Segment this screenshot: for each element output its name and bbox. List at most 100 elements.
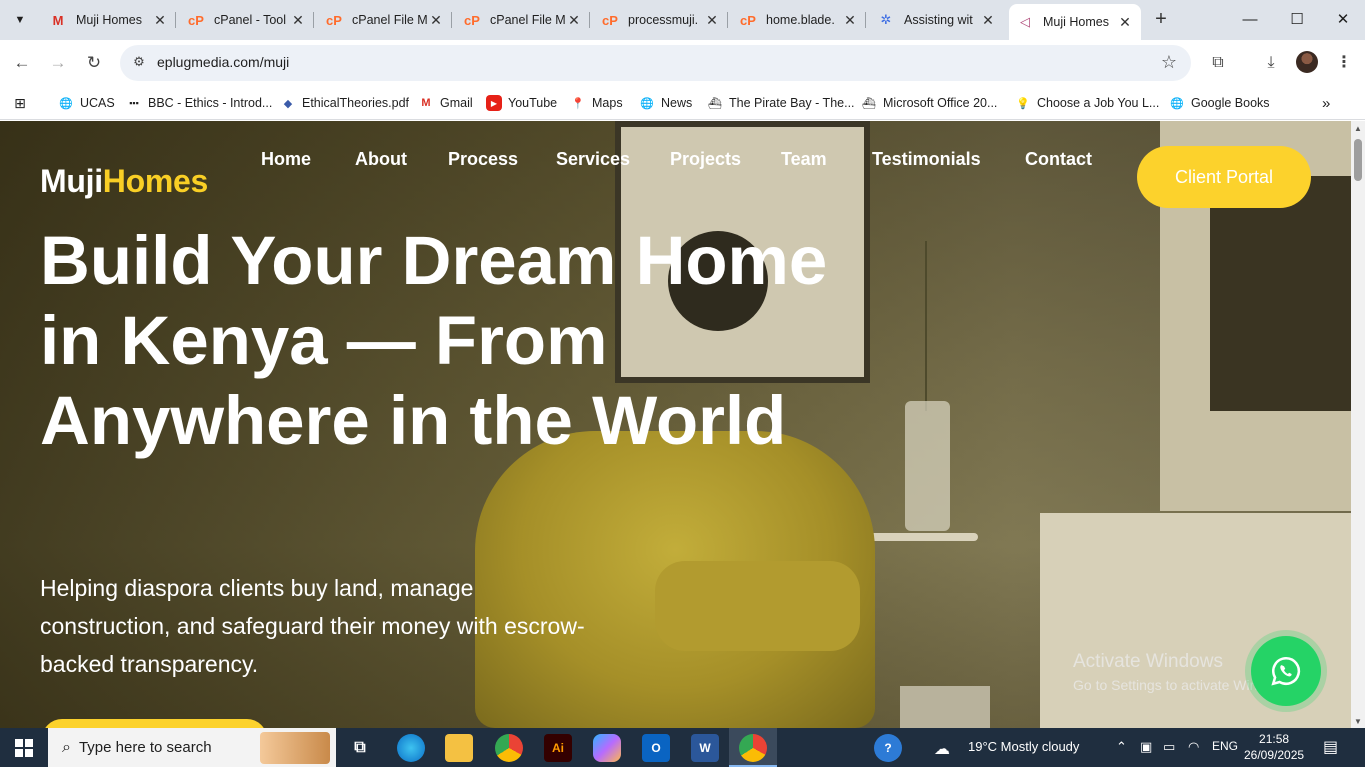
- tab[interactable]: cP cPanel File M ✕: [456, 4, 590, 36]
- tab[interactable]: cP cPanel File M ✕: [318, 4, 452, 36]
- help-icon[interactable]: ?: [874, 734, 902, 762]
- bookmark-gmail[interactable]: M Gmail: [418, 93, 472, 113]
- reload-button[interactable]: ↻: [79, 48, 109, 78]
- bookmark-bbc[interactable]: ▪▪▪ BBC - Ethics - Introd...: [126, 93, 272, 113]
- more-menu-icon[interactable]: ⋮: [1331, 50, 1357, 76]
- url-text[interactable]: eplugmedia.com/muji: [157, 54, 289, 70]
- bookmark-piratebay[interactable]: ⛴ The Pirate Bay - The...: [707, 93, 855, 113]
- close-tab-icon[interactable]: ✕: [980, 12, 996, 29]
- bookmark-googlebooks[interactable]: 🌐 Google Books: [1169, 93, 1269, 113]
- meet-icon[interactable]: ▣: [1140, 739, 1152, 755]
- page-scrollbar[interactable]: ▲ ▼: [1351, 121, 1365, 728]
- tab[interactable]: cP cPanel - Tool ✕: [180, 4, 314, 36]
- tab-active[interactable]: ◁ Muji Homes ✕: [1009, 4, 1141, 40]
- bookmark-label: UCAS: [80, 96, 115, 110]
- notification-icon[interactable]: ▤: [1323, 737, 1338, 757]
- whatsapp-icon: [1271, 656, 1301, 686]
- bookmark-office[interactable]: ⛴ Microsoft Office 20...: [861, 93, 997, 113]
- close-tab-icon[interactable]: ✕: [704, 12, 720, 29]
- close-tab-icon[interactable]: ✕: [842, 12, 858, 29]
- bookmark-star-icon[interactable]: ☆: [1161, 52, 1177, 73]
- logo-primary: Muji: [40, 163, 103, 199]
- weather-text[interactable]: 19°C Mostly cloudy: [968, 739, 1079, 754]
- nav-testimonials[interactable]: Testimonials: [872, 149, 981, 170]
- start-button[interactable]: [0, 728, 48, 767]
- illustrator-icon[interactable]: Ai: [544, 734, 572, 762]
- nav-process[interactable]: Process: [448, 149, 518, 170]
- address-bar[interactable]: ⚙ eplugmedia.com/muji ☆: [120, 45, 1191, 81]
- task-view-icon[interactable]: ⧉: [346, 734, 374, 762]
- clock[interactable]: 21:58 26/09/2025: [1244, 731, 1304, 763]
- bookmark-youtube[interactable]: ▶ YouTube: [486, 93, 557, 113]
- bookmark-label: YouTube: [508, 96, 558, 110]
- minimize-button[interactable]: —: [1230, 6, 1270, 34]
- close-tab-icon[interactable]: ✕: [1117, 14, 1133, 31]
- forward-button[interactable]: →: [43, 48, 73, 78]
- more-bookmarks-icon[interactable]: »: [1322, 93, 1330, 113]
- scroll-down-icon[interactable]: ▼: [1354, 717, 1362, 726]
- tab-separator: [175, 12, 176, 28]
- tab-title: cPanel File M: [352, 13, 428, 27]
- copilot-icon[interactable]: [593, 734, 621, 762]
- tab[interactable]: cP home.blade. ✕: [732, 4, 866, 36]
- apps-grid-icon[interactable]: ⊞: [12, 93, 34, 113]
- nav-home[interactable]: Home: [261, 149, 311, 170]
- close-tab-icon[interactable]: ✕: [290, 12, 306, 29]
- close-tab-icon[interactable]: ✕: [152, 12, 168, 29]
- close-window-button[interactable]: ✕: [1323, 6, 1363, 34]
- nav-contact[interactable]: Contact: [1025, 149, 1092, 170]
- back-button[interactable]: ←: [7, 48, 37, 78]
- tab-title: Muji Homes: [1043, 15, 1109, 29]
- download-icon[interactable]: ⤓: [1258, 50, 1284, 76]
- bookmark-news[interactable]: 🌐 News: [639, 93, 692, 113]
- tab[interactable]: ✲ Assisting wit ✕: [870, 4, 1004, 36]
- site-icon: ◁: [1020, 14, 1030, 29]
- bookmark-job[interactable]: 💡 Choose a Job You L...: [1015, 93, 1159, 113]
- site-logo[interactable]: MujiHomes: [40, 163, 208, 200]
- nav-services[interactable]: Services: [556, 149, 630, 170]
- ship-icon: ⛴: [708, 97, 722, 110]
- nav-about[interactable]: About: [355, 149, 407, 170]
- stone-block: [900, 686, 990, 728]
- tray-chevron-icon[interactable]: ⌃: [1116, 739, 1127, 755]
- bookmark-label: EthicalTheories.pdf: [302, 96, 410, 110]
- nav-team[interactable]: Team: [781, 149, 827, 170]
- hero-cta-button[interactable]: [42, 719, 267, 728]
- file-explorer-icon[interactable]: [445, 734, 473, 762]
- outlook-icon[interactable]: O: [642, 734, 670, 762]
- client-portal-button[interactable]: Client Portal: [1137, 146, 1311, 208]
- nav-projects[interactable]: Projects: [670, 149, 741, 170]
- chrome-icon[interactable]: [495, 734, 523, 762]
- bookmark-ethicaltheories[interactable]: ◆ EthicalTheories.pdf: [280, 93, 409, 113]
- word-icon[interactable]: W: [691, 734, 719, 762]
- tab[interactable]: cP processmuji. ✕: [594, 4, 728, 36]
- language-indicator[interactable]: ENG: [1212, 739, 1238, 753]
- close-tab-icon[interactable]: ✕: [428, 12, 444, 29]
- bookmark-label: Microsoft Office 20...: [883, 96, 998, 110]
- globe-icon: 🌐: [59, 97, 73, 110]
- bookmark-label: Maps: [592, 96, 623, 110]
- bookmark-ucas[interactable]: 🌐 UCAS: [58, 93, 115, 113]
- gmail-icon: M: [52, 12, 64, 28]
- taskbar-search[interactable]: ⌕ Type here to search: [48, 728, 336, 767]
- whatsapp-button[interactable]: [1251, 636, 1321, 706]
- tab-search-menu-button[interactable]: ▼: [6, 6, 34, 34]
- chrome-active-icon[interactable]: [739, 734, 767, 762]
- windows-taskbar: ⌕ Type here to search ⧉ Ai O W ? ☁ 19°C …: [0, 728, 1365, 767]
- scroll-up-icon[interactable]: ▲: [1354, 124, 1362, 133]
- tab-title: processmuji.: [628, 13, 699, 27]
- battery-icon[interactable]: ▭: [1163, 739, 1175, 755]
- edge-icon[interactable]: [397, 734, 425, 762]
- wifi-icon[interactable]: ◠: [1188, 739, 1199, 755]
- close-tab-icon[interactable]: ✕: [566, 12, 582, 29]
- maximize-button[interactable]: ☐: [1277, 6, 1317, 34]
- profile-avatar[interactable]: [1296, 51, 1318, 73]
- extensions-icon[interactable]: ⧉: [1205, 50, 1231, 76]
- site-settings-icon[interactable]: ⚙: [130, 54, 148, 72]
- bookmark-maps[interactable]: 📍 Maps: [570, 93, 623, 113]
- tab[interactable]: M Muji Homes ✕: [42, 4, 176, 36]
- search-placeholder: Type here to search: [78, 739, 212, 756]
- new-tab-button[interactable]: +: [1150, 8, 1172, 30]
- cpanel-icon: cP: [326, 12, 342, 28]
- scrollbar-thumb[interactable]: [1354, 139, 1362, 181]
